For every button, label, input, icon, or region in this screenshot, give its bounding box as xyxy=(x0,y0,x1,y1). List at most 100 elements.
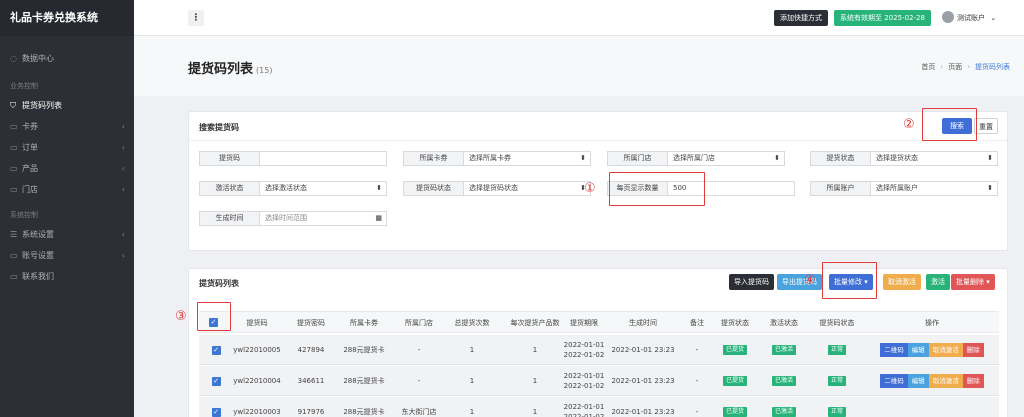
avatar xyxy=(942,11,954,23)
col-header: 备注 xyxy=(690,319,704,327)
col-header: 提货码状态 xyxy=(819,319,855,327)
card-select[interactable]: 选择所属卡券 ⬍ xyxy=(463,151,591,166)
batch-activate-button[interactable]: 激活 xyxy=(926,274,950,290)
select-arrows-icon: ⬍ xyxy=(376,184,382,192)
sidebar-item-contact[interactable]: ▭ 联系我们 xyxy=(0,266,134,287)
cell-period: 2022-01-01 2022-01-02 xyxy=(563,403,605,417)
annotation-number-3: ③ xyxy=(175,309,187,324)
code-status-badge: 正常 xyxy=(827,407,846,417)
cell-period: 2022-01-01 2022-01-02 xyxy=(563,372,605,390)
code-status-select[interactable]: 选择提货码状态 ⬍ xyxy=(463,181,591,196)
edit-button[interactable]: 编辑 xyxy=(907,343,929,357)
annotation-box-1 xyxy=(609,172,705,206)
annotation-number-2: ② xyxy=(903,117,915,132)
table-row[interactable]: ✓ ywl22010005 427894 288元提货卡 - 1 1 2022-… xyxy=(199,335,999,365)
breadcrumb-current: 提货码列表 xyxy=(975,63,1010,71)
delete-button[interactable]: 删除 xyxy=(962,374,984,388)
topbar: ⋮ 添加快捷方式 系统有效期至 2025-02-28 测试账户 ⌄ xyxy=(134,0,1024,36)
deactivate-button[interactable]: 取消激活 xyxy=(928,374,963,388)
active-status-field: 激活状态 选择激活状态 ⬍ xyxy=(199,181,387,196)
user-menu[interactable]: 测试账户 ⌄ xyxy=(942,10,996,26)
cell-card: 288元提货卡 xyxy=(343,407,385,416)
add-shortcut-button[interactable]: 添加快捷方式 xyxy=(774,10,828,26)
cell-created: 2022-01-01 23:23 xyxy=(611,376,675,385)
chevron-left-icon: ‹ xyxy=(121,251,125,260)
active-status-badge: 已激活 xyxy=(771,376,796,386)
card-icon: ▭ xyxy=(10,122,18,131)
store-select[interactable]: 选择所属门店 ⬍ xyxy=(667,151,785,166)
col-header: 所属卡券 xyxy=(350,319,378,327)
col-header: 提货状态 xyxy=(721,319,749,327)
pick-status-field: 提货状态 选择提货状态 ⬍ xyxy=(810,151,998,166)
sidebar-item-orders[interactable]: ▭ 订单 ‹ xyxy=(0,137,134,158)
account-field: 所属账户 选择所属账户 ⬍ xyxy=(810,181,998,196)
cell-note: - xyxy=(695,376,699,385)
sidebar-item-settings[interactable]: ☰ 系统设置 ‹ xyxy=(0,224,134,245)
col-header: 总提货次数 xyxy=(454,319,490,327)
chevron-left-icon: ‹ xyxy=(121,164,125,173)
sidebar-item-products[interactable]: ▭ 产品 ‹ xyxy=(0,158,134,179)
deactivate-button[interactable]: 取消激活 xyxy=(928,343,963,357)
sidebar-section-system: 系统控制 xyxy=(10,211,38,219)
cell-password: 917976 xyxy=(297,407,325,416)
qrcode-button[interactable]: 二维码 xyxy=(880,343,908,357)
sidebar-item-account[interactable]: ▭ 账号设置 ‹ xyxy=(0,245,134,266)
calendar-icon: ▦ xyxy=(375,214,382,222)
contact-icon: ▭ xyxy=(10,272,18,281)
delete-button[interactable]: 删除 xyxy=(962,343,984,357)
annotation-box-2 xyxy=(922,108,977,141)
row-checkbox[interactable]: ✓ xyxy=(211,407,221,417)
validity-badge: 系统有效期至 2025-02-28 xyxy=(834,10,931,26)
sidebar-item-dashboard[interactable]: ◌ 数据中心 xyxy=(0,48,134,69)
cell-code: ywl22010004 xyxy=(233,376,281,385)
list-panel: 提货码列表 导入提货码 导出提货码 批量修改 ▾ 取消激活 激活 批量删除 ▾ … xyxy=(188,268,1008,417)
pick-status-select[interactable]: 选择提货状态 ⬍ xyxy=(870,151,998,166)
cell-card: 288元提货卡 xyxy=(343,376,385,385)
sidebar-item-codes[interactable]: ⛉ 提货码列表 xyxy=(0,95,134,116)
col-header: 生成时间 xyxy=(629,319,657,327)
account-select[interactable]: 选择所属账户 ⬍ xyxy=(870,181,998,196)
qrcode-button[interactable]: 二维码 xyxy=(880,374,908,388)
select-arrows-icon: ⬍ xyxy=(987,154,993,162)
table-row[interactable]: ✓ ywl22010004 346611 288元提货卡 - 1 1 2022-… xyxy=(199,366,999,396)
annotation-number-1: ① xyxy=(584,181,596,196)
import-button[interactable]: 导入提货码 xyxy=(729,274,774,290)
store-field: 所属门店 选择所属门店 ⬍ xyxy=(607,151,785,166)
cell-period: 2022-01-01 2022-01-02 xyxy=(563,341,605,359)
sidebar-item-stores[interactable]: ▭ 门店 ‹ xyxy=(0,179,134,200)
select-arrows-icon: ⬍ xyxy=(580,154,586,162)
chevron-left-icon: ‹ xyxy=(121,143,125,152)
date-range-input[interactable]: 选择时间范围 ▦ xyxy=(259,211,387,226)
cell-note: - xyxy=(695,407,699,416)
cell-total: 1 xyxy=(469,345,475,354)
chevron-left-icon: ‹ xyxy=(121,230,125,239)
cell-password: 427894 xyxy=(297,345,325,354)
col-header: 提货码 xyxy=(246,319,268,327)
select-arrows-icon: ⬍ xyxy=(774,154,780,162)
settings-icon: ☰ xyxy=(10,230,18,239)
product-icon: ▭ xyxy=(10,164,18,173)
cell-total: 1 xyxy=(469,376,475,385)
breadcrumb-pages[interactable]: 页面 xyxy=(948,63,962,71)
reset-button[interactable]: 重置 xyxy=(974,118,998,134)
row-checkbox[interactable]: ✓ xyxy=(211,376,221,386)
annotation-box-3 xyxy=(197,302,231,331)
edit-button[interactable]: 编辑 xyxy=(907,374,929,388)
account-icon: ▭ xyxy=(10,251,18,260)
pick-status-badge: 已提货 xyxy=(722,407,747,417)
order-icon: ▭ xyxy=(10,143,18,152)
active-status-select[interactable]: 选择激活状态 ⬍ xyxy=(259,181,387,196)
code-input[interactable] xyxy=(259,151,387,166)
batch-deactivate-button[interactable]: 取消激活 xyxy=(883,274,921,290)
row-checkbox[interactable]: ✓ xyxy=(211,345,221,355)
table-row[interactable]: ✓ ywl22010003 917976 288元提货卡 东大街门店 1 1 2… xyxy=(199,397,999,417)
app-root: 礼品卡券兑换系统 ◌ 数据中心 业务控制 ⛉ 提货码列表 ▭ 卡券 ‹ ▭ 订单 ‹ ▭ 产品… xyxy=(0,0,1024,417)
title-bar: 提货码列表 (15) 首页 › 页面 › 提货码列表 xyxy=(134,36,1024,96)
cell-total: 1 xyxy=(469,407,475,416)
breadcrumb-home[interactable]: 首页 xyxy=(921,63,935,71)
menu-button[interactable]: ⋮ xyxy=(188,10,204,26)
batch-delete-button[interactable]: 批量删除 ▾ xyxy=(951,274,995,290)
search-panel: 搜索提货码 搜索 重置 提货码 所属卡券 选择所属卡券 ⬍ 所属门店 选择所属门店… xyxy=(188,111,1008,251)
sidebar-item-cards[interactable]: ▭ 卡券 ‹ xyxy=(0,116,134,137)
col-header: 操作 xyxy=(925,319,939,327)
